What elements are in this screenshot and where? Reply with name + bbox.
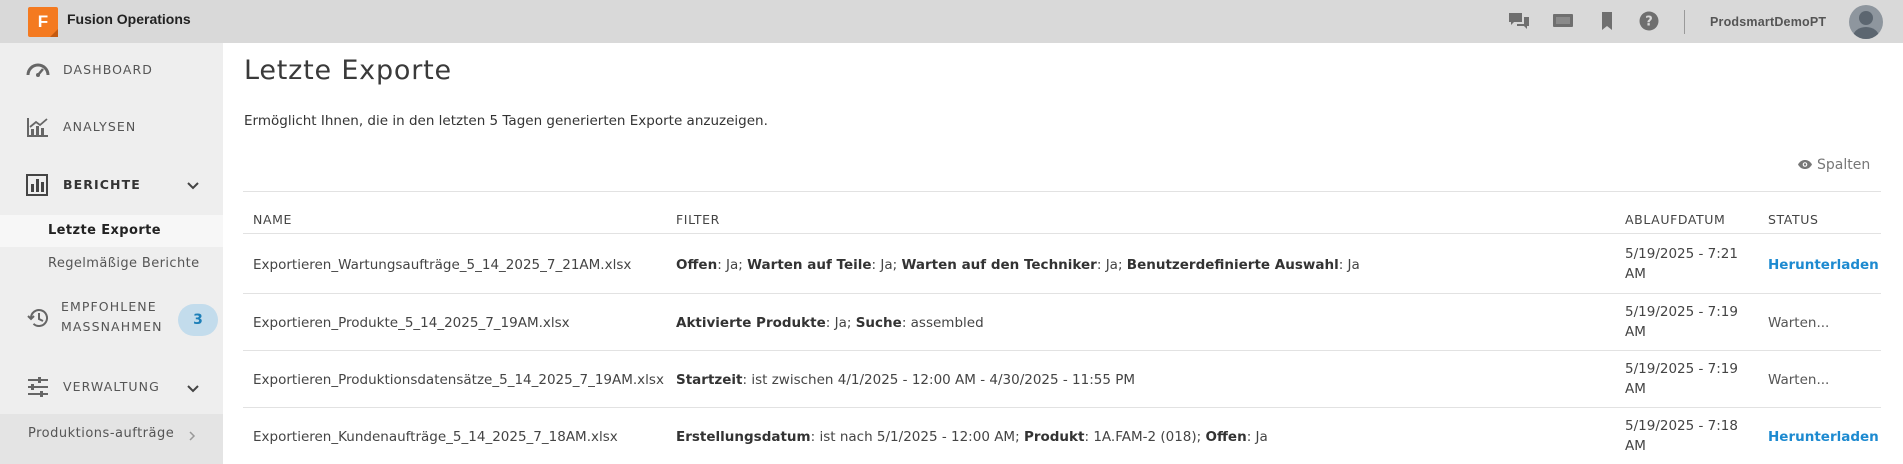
sidebar-item-label-line2: MASSNAHMEN <box>61 319 163 334</box>
page-title: Letzte Exporte <box>244 55 452 86</box>
filter-value: Ja <box>726 257 739 273</box>
username[interactable]: ProdsmartDemoPT <box>1710 15 1826 29</box>
screen-icon[interactable] <box>1552 11 1574 31</box>
sidebar-subitem-letzte-exporte[interactable]: Letzte Exporte <box>0 215 223 247</box>
sidebar-item-analysen[interactable]: ANALYSEN <box>0 100 223 148</box>
filter-key: Offen <box>676 257 718 273</box>
sidebar-item-berichte[interactable]: BERICHTE <box>0 158 223 206</box>
chevron-right-icon <box>189 431 196 441</box>
filter-key: Startzeit <box>676 372 743 388</box>
column-header-filter[interactable]: FILTER <box>676 212 720 227</box>
count-badge: 3 <box>178 304 218 336</box>
gauge-icon <box>26 59 50 81</box>
columns-button[interactable]: Spalten <box>1797 157 1870 173</box>
sidebar-item-label: BERICHTE <box>63 177 141 192</box>
column-header-status[interactable]: STATUS <box>1768 212 1819 227</box>
filter-value: Ja <box>1255 429 1268 445</box>
sliders-icon <box>26 376 50 398</box>
expiry-date: 5/19/2025 - 7:18 AM <box>1625 416 1738 456</box>
filter-value: Ja <box>880 257 893 273</box>
export-filter: Startzeit: ist zwischen 4/1/2025 - 12:00… <box>676 372 1136 388</box>
filter-value: Ja <box>1105 257 1118 273</box>
sidebar-subitem-label: Letzte Exporte <box>48 223 161 238</box>
export-filter: Erstellungsdatum: ist nach 5/1/2025 - 12… <box>676 429 1268 445</box>
sidebar-item-label: ANALYSEN <box>63 119 137 134</box>
expiry-date-line1: 5/19/2025 - 7:19 <box>1625 304 1738 320</box>
filter-key: Produkt <box>1023 429 1085 445</box>
sidebar-item-label: Produktions-aufträge <box>28 426 175 441</box>
columns-button-label: Spalten <box>1817 157 1871 173</box>
app-title[interactable]: Fusion Operations <box>67 11 191 27</box>
expiry-date-line2: AM <box>1625 381 1646 397</box>
chart-icon <box>26 116 50 138</box>
filter-value: 1A.FAM-2 (018) <box>1093 429 1197 445</box>
filter-key: Aktivierte Produkte <box>676 315 826 331</box>
sidebar-subitem-label: Regelmäßige Berichte <box>48 256 200 271</box>
bookmark-icon[interactable] <box>1596 11 1618 31</box>
expiry-date: 5/19/2025 - 7:19 AM <box>1625 302 1738 342</box>
top-bar: F Fusion Operations ? ProdsmartDemoPT <box>0 0 1903 43</box>
sidebar-subitem-regelmaessige-berichte[interactable]: Regelmäßige Berichte <box>0 248 223 280</box>
sidebar-item-label-line1: EMPFOHLENE <box>61 299 157 314</box>
column-header-ablaufdatum[interactable]: ABLAUFDATUM <box>1625 212 1725 227</box>
download-link[interactable]: Herunterladen <box>1768 429 1879 445</box>
filter-key: Erstellungsdatum <box>676 429 811 445</box>
expiry-date-line1: 5/19/2025 - 7:19 <box>1625 361 1738 377</box>
filter-key: Offen <box>1205 429 1247 445</box>
filter-value: assembled <box>910 315 984 331</box>
export-file-name: Exportieren_Kundenaufträge_5_14_2025_7_1… <box>253 429 618 445</box>
svg-text:?: ? <box>1645 15 1653 30</box>
eye-icon <box>1798 160 1812 169</box>
expiry-date-line1: 5/19/2025 - 7:18 <box>1625 418 1738 434</box>
avatar[interactable] <box>1849 5 1883 39</box>
sidebar-item-label: EMPFOHLENE MASSNAHMEN <box>61 297 163 337</box>
expiry-date: 5/19/2025 - 7:21 AM <box>1625 244 1738 284</box>
status-text: Warten... <box>1768 315 1830 331</box>
export-file-name: Exportieren_Produkte_5_14_2025_7_19AM.xl… <box>253 315 570 331</box>
table-header-row: NAME FILTER ABLAUFDATUM STATUS <box>243 191 1881 233</box>
filter-key: Benutzerdefinierte Auswahl <box>1126 257 1339 273</box>
filter-key: Warten auf Teile <box>747 257 872 273</box>
chevron-down-icon[interactable] <box>186 384 200 394</box>
table-row: Exportieren_Produkte_5_14_2025_7_19AM.xl… <box>243 293 1881 350</box>
expiry-date-line2: AM <box>1625 266 1646 282</box>
history-icon <box>26 307 50 329</box>
download-link[interactable]: Herunterladen <box>1768 257 1879 273</box>
sidebar-item-verwaltung[interactable]: VERWALTUNG <box>0 361 223 409</box>
expiry-date: 5/19/2025 - 7:19 AM <box>1625 359 1738 399</box>
export-filter: Offen: Ja; Warten auf Teile: Ja; Warten … <box>676 257 1360 273</box>
expiry-date-line1: 5/19/2025 - 7:21 <box>1625 246 1738 262</box>
sidebar-item-produktionsauftraege[interactable]: Produktions-aufträge <box>0 414 223 464</box>
topbar-divider <box>1684 10 1685 34</box>
export-filter: Aktivierte Produkte: Ja; Suche: assemble… <box>676 315 984 331</box>
sidebar-item-dashboard[interactable]: DASHBOARD <box>0 43 223 91</box>
filter-value: Ja <box>1347 257 1360 273</box>
page-description: Ermöglicht Ihnen, die in den letzten 5 T… <box>244 113 768 129</box>
status-text: Warten... <box>1768 372 1830 388</box>
filter-value: Ja <box>834 315 847 331</box>
filter-value: ist zwischen 4/1/2025 - 12:00 AM - 4/30/… <box>751 372 1136 388</box>
chat-icon[interactable] <box>1508 11 1530 31</box>
sidebar: DASHBOARD ANALYSEN BERICHTE Letzte Expor… <box>0 43 223 464</box>
filter-key: Suche <box>855 315 902 331</box>
app-logo[interactable]: F <box>28 7 58 37</box>
table-row: Exportieren_Wartungsaufträge_5_14_2025_7… <box>243 233 1881 293</box>
sidebar-item-label: VERWALTUNG <box>63 379 160 394</box>
filter-value: ist nach 5/1/2025 - 12:00 AM <box>819 429 1016 445</box>
table-row: Exportieren_Kundenaufträge_5_14_2025_7_1… <box>243 407 1881 464</box>
help-icon[interactable]: ? <box>1638 11 1660 31</box>
sidebar-item-label: DASHBOARD <box>63 62 154 77</box>
export-file-name: Exportieren_Wartungsaufträge_5_14_2025_7… <box>253 257 632 273</box>
expiry-date-line2: AM <box>1625 324 1646 340</box>
export-file-name: Exportieren_Produktionsdatensätze_5_14_2… <box>253 372 664 388</box>
report-icon <box>26 174 50 196</box>
table-row: Exportieren_Produktionsdatensätze_5_14_2… <box>243 350 1881 407</box>
chevron-down-icon[interactable] <box>186 181 200 191</box>
filter-key: Warten auf den Techniker <box>901 257 1097 273</box>
column-header-name[interactable]: NAME <box>253 212 292 227</box>
expiry-date-line2: AM <box>1625 438 1646 454</box>
